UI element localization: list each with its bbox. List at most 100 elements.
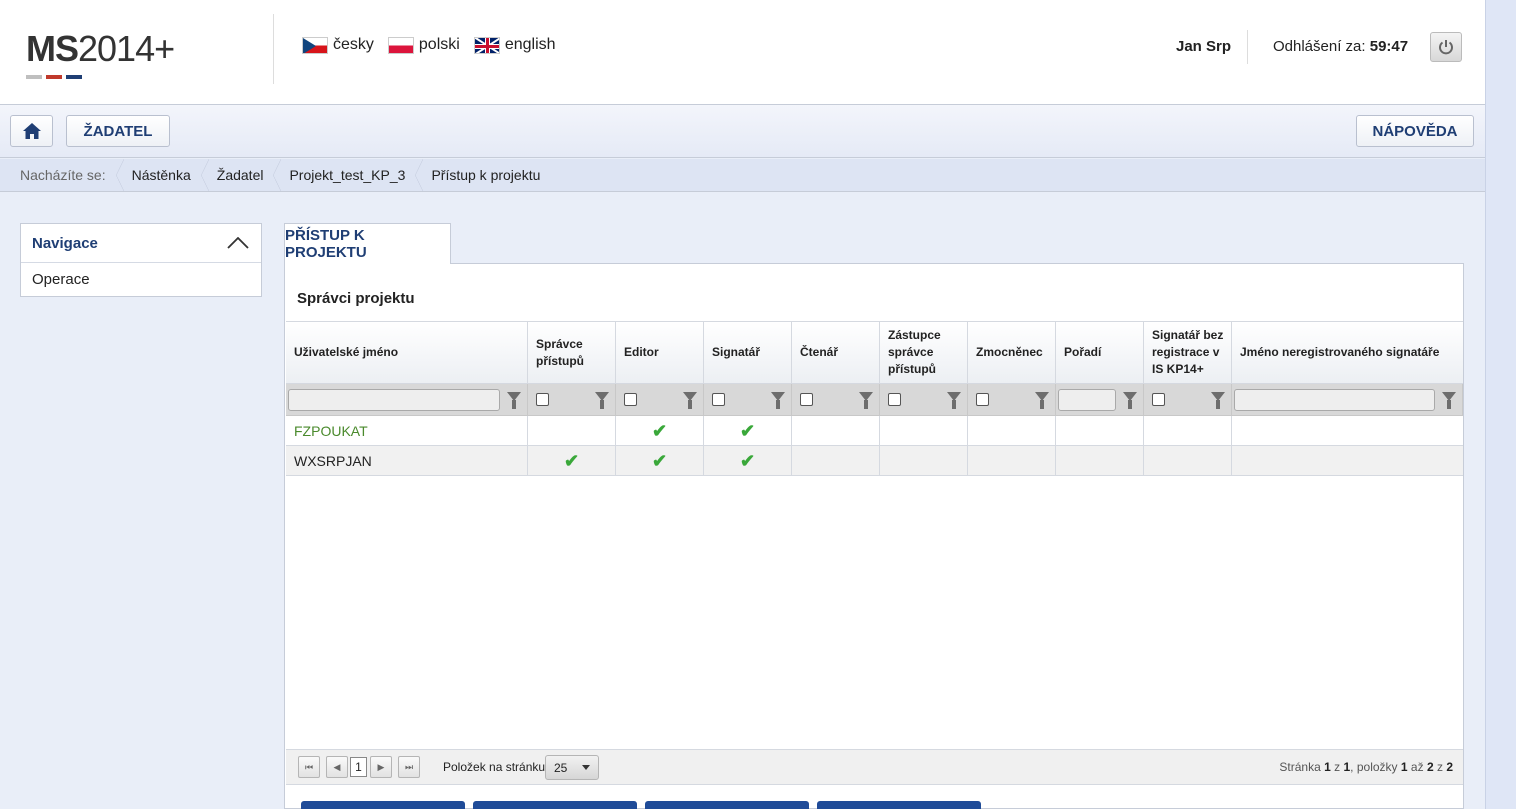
app-logo[interactable]: MS2014+ (26, 28, 175, 70)
cell-poradi (1056, 416, 1144, 445)
chevron-up-icon[interactable] (227, 237, 249, 249)
filter-checkbox[interactable] (800, 393, 813, 406)
lang-polish[interactable]: polski (387, 36, 460, 54)
cell-signatar-bez-registrace (1144, 416, 1232, 445)
filter-icon[interactable] (595, 392, 609, 409)
col-header-editor[interactable]: Editor (616, 322, 704, 383)
navigation-panel: Navigace Operace (20, 223, 262, 297)
filter-icon[interactable] (947, 392, 961, 409)
col-header-poradi[interactable]: Pořadí (1056, 322, 1144, 383)
table-row[interactable]: FZPOUKAT ✔ ✔ (286, 416, 1463, 446)
page-size-select[interactable]: 25 (545, 755, 599, 780)
action-button[interactable] (645, 801, 809, 809)
filter-checkbox[interactable] (536, 393, 549, 406)
filter-checkbox[interactable] (1152, 393, 1165, 406)
header-text: Editor (624, 345, 659, 359)
uk-flag-icon (473, 36, 500, 54)
filter-checkbox[interactable] (624, 393, 637, 406)
col-header-ctenar[interactable]: Čtenář (792, 322, 880, 383)
first-page-button[interactable]: ⏮ (298, 756, 320, 778)
filter-checkbox[interactable] (888, 393, 901, 406)
filter-checkbox[interactable] (976, 393, 989, 406)
col-header-username[interactable]: Uživatelské jméno (286, 322, 528, 383)
table-row[interactable]: WXSRPJAN ✔ ✔ ✔ (286, 446, 1463, 476)
action-button[interactable] (817, 801, 981, 809)
lang-label: česky (333, 36, 374, 53)
logout-countdown: 59:47 (1369, 38, 1409, 55)
header-text: Signatář bez (1152, 328, 1224, 342)
filter-icon[interactable] (1123, 392, 1137, 409)
pager-text: z (1334, 760, 1341, 774)
header-text: správce (888, 345, 934, 359)
toolbar: ŽADATEL NÁPOVĚDA (0, 105, 1485, 158)
logout-label: Odhlášení za: (1273, 38, 1366, 55)
breadcrumb-item-zadatel[interactable]: Žadatel (205, 158, 282, 192)
next-page-button[interactable]: ▶ (370, 756, 392, 778)
cell-editor: ✔ (616, 416, 704, 445)
section-title: Správci projektu (297, 290, 415, 307)
col-header-spravce[interactable]: Správce přístupů (528, 322, 616, 383)
grid-header-row: Uživatelské jméno Správce přístupů Editor… (286, 321, 1463, 384)
navigation-header[interactable]: Navigace (21, 224, 261, 263)
logout-timer: Odhlášení za: 59:47 (1273, 38, 1408, 55)
action-button[interactable] (301, 801, 465, 809)
check-icon: ✔ (739, 420, 756, 441)
prev-page-button[interactable]: ◀ (326, 756, 348, 778)
tab-pristup-k-projektu[interactable]: PŘÍSTUP K PROJEKTU (284, 223, 451, 264)
filter-icon[interactable] (771, 392, 785, 409)
lang-label: polski (418, 36, 460, 53)
lang-czech[interactable]: česky (302, 36, 374, 54)
prev-page-icon: ◀ (333, 761, 341, 772)
filter-icon[interactable] (507, 392, 521, 409)
filter-icon[interactable] (1442, 392, 1456, 409)
scrollbar-area[interactable] (1485, 0, 1516, 809)
breadcrumb-item-projekt[interactable]: Projekt_test_KP_3 (277, 158, 424, 192)
header-divider (273, 14, 274, 84)
pager-num: 2 (1446, 760, 1453, 774)
header-text: Zástupce (888, 328, 941, 342)
username-text: WXSRPJAN (294, 452, 372, 469)
filter-icon[interactable] (683, 392, 697, 409)
filter-icon[interactable] (1211, 392, 1225, 409)
zadatel-button[interactable]: ŽADATEL (66, 115, 170, 147)
admins-grid: Uživatelské jméno Správce přístupů Editor… (286, 321, 1463, 476)
last-page-button[interactable]: ⏭ (398, 756, 420, 778)
cell-editor: ✔ (616, 446, 704, 475)
nav-item-operace[interactable]: Operace (21, 263, 261, 297)
help-button[interactable]: NÁPOVĚDA (1356, 115, 1474, 147)
col-header-jmeno-neregistrovaneho[interactable]: Jméno neregistrovaného signatáře (1232, 322, 1463, 383)
header-text: Signatář (712, 345, 761, 359)
col-header-zastupce[interactable]: Zástupce správce přístupů (880, 322, 968, 383)
language-switcher: česky polski english (302, 36, 556, 54)
pager-info: Stránka 1 z 1, položky 1 až 2 z 2 (1279, 760, 1453, 774)
filter-cell (1144, 384, 1232, 415)
action-button[interactable] (473, 801, 637, 809)
filter-cell (792, 384, 880, 415)
filter-cell (704, 384, 792, 415)
filter-input-jmeno[interactable] (1234, 388, 1435, 411)
logout-button[interactable] (1430, 32, 1462, 62)
breadcrumb-item-nastenka[interactable]: Nástěnka (120, 158, 209, 192)
filter-input-username[interactable] (288, 388, 500, 411)
user-name[interactable]: Jan Srp (1176, 38, 1231, 55)
cell-jmeno (1232, 416, 1463, 445)
username-link[interactable]: FZPOUKAT (294, 423, 368, 439)
current-page-input[interactable]: 1 (350, 757, 367, 777)
filter-icon[interactable] (1035, 392, 1049, 409)
col-header-zmocnenec[interactable]: Zmocněnec (968, 322, 1056, 383)
cell-zmocnenec (968, 446, 1056, 475)
filter-checkbox[interactable] (712, 393, 725, 406)
breadcrumb-label: Nacházíte se: (0, 158, 124, 192)
cell-signatar-bez-registrace (1144, 446, 1232, 475)
next-page-icon: ▶ (377, 761, 385, 772)
header-divider (1247, 30, 1248, 64)
filter-icon[interactable] (859, 392, 873, 409)
main-content: Správci projektu Uživatelské jméno Správ… (284, 263, 1464, 809)
lang-english[interactable]: english (473, 36, 556, 54)
col-header-signatar-bez-registrace[interactable]: Signatář bez registrace v IS KP14+ (1144, 322, 1232, 383)
header-text: Čtenář (800, 345, 839, 359)
home-button[interactable] (10, 115, 53, 147)
pager-num: 2 (1426, 760, 1434, 774)
col-header-signatar[interactable]: Signatář (704, 322, 792, 383)
filter-input-poradi[interactable] (1058, 388, 1116, 411)
